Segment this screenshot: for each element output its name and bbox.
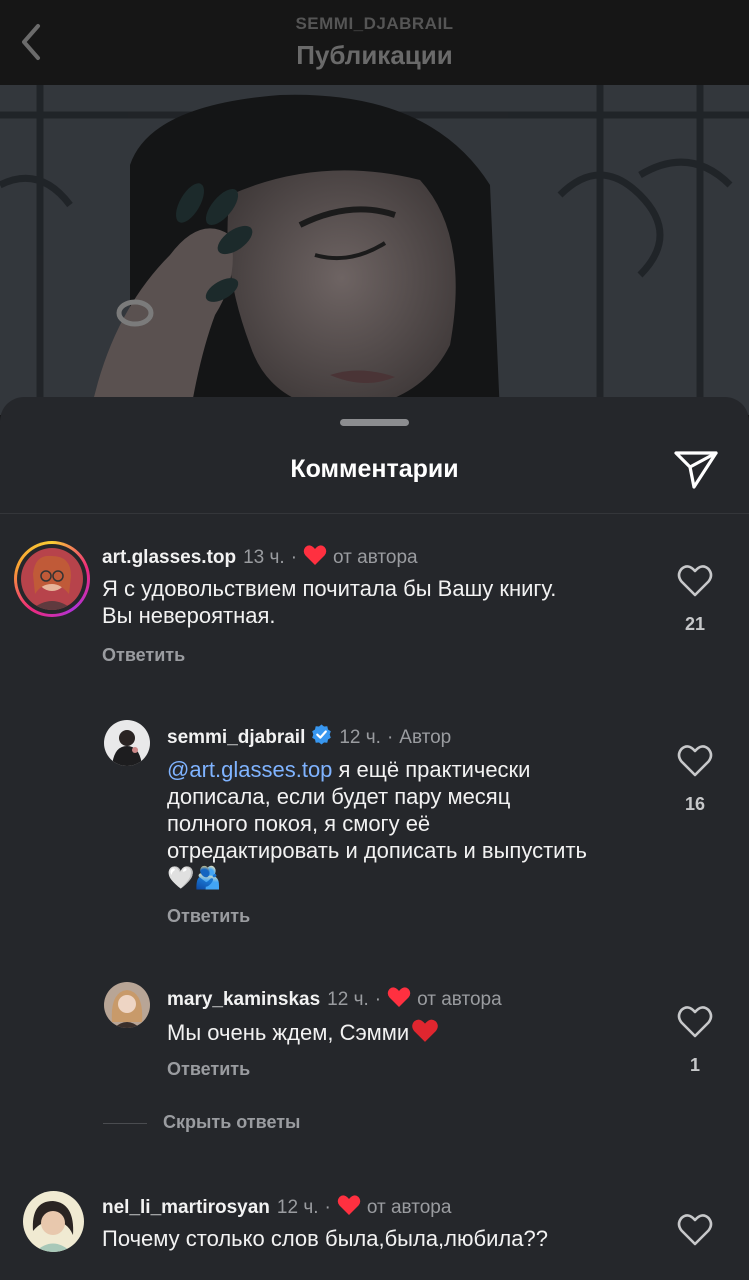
hide-replies-button[interactable]: Скрыть ответы <box>163 1112 300 1133</box>
author-liked-heart-icon <box>387 986 411 1014</box>
story-ring[interactable] <box>14 541 90 617</box>
top-nav-bar: SEMMI_DJABRAIL Публикации <box>0 0 749 85</box>
avatar[interactable] <box>104 720 150 766</box>
comment-time: 13 ч. <box>243 547 285 568</box>
divider <box>0 513 749 514</box>
post-photo <box>0 85 749 415</box>
author-liked-label: от автора <box>417 989 502 1010</box>
heart-outline-icon <box>677 565 713 597</box>
reply-button[interactable]: Ответить <box>102 645 185 666</box>
author-liked-label: от автора <box>366 1197 452 1218</box>
comment-time: 12 ч. <box>327 989 369 1010</box>
mention-link[interactable]: @art.glasses.top <box>167 757 332 782</box>
sheet-grabber[interactable] <box>340 419 409 426</box>
reply-button[interactable]: Ответить <box>167 906 250 927</box>
comment-time: 12 ч. <box>339 726 381 748</box>
avatar[interactable] <box>104 982 150 1028</box>
like-count: 16 <box>684 794 706 814</box>
account-name: SEMMI_DJABRAIL <box>295 14 454 33</box>
heart-outline-icon <box>677 1214 713 1246</box>
comment-text: Я с удовольствием почитала бы Вашу книгу… <box>102 576 557 628</box>
reply-button[interactable]: Ответить <box>167 1059 250 1080</box>
author-liked-heart-icon <box>337 1194 361 1222</box>
author-liked-label: от автора <box>333 547 418 568</box>
comment-text: @art.glasses.top я ещё практически допис… <box>167 756 647 891</box>
comment-text: Мы очень ждем, Сэмми <box>167 1018 439 1049</box>
comment-time: 12 ч. <box>276 1197 319 1218</box>
comment-username[interactable]: mary_kaminskas <box>167 989 320 1011</box>
like-count: 21 <box>684 614 706 634</box>
comments-sheet: Комментарии art.glasses.top 13 ч. · от а… <box>0 397 749 1280</box>
author-label: Автор <box>399 726 452 748</box>
like-button[interactable] <box>677 564 713 598</box>
comment-username[interactable]: art.glasses.top <box>102 547 236 569</box>
comment-username[interactable]: nel_li_martirosyan <box>102 1197 270 1219</box>
avatar[interactable] <box>23 1191 84 1252</box>
author-liked-heart-icon <box>303 544 327 572</box>
avatar <box>21 548 83 610</box>
hide-replies-line <box>103 1123 147 1124</box>
red-heart-icon <box>411 1018 439 1049</box>
sheet-title: Комментарии <box>290 455 459 483</box>
like-button[interactable] <box>677 744 713 778</box>
comment-username[interactable]: semmi_djabrail <box>167 727 305 749</box>
comment-text: Почему столько слов была,была,любила?? <box>102 1226 548 1251</box>
emoji-line: 🤍🫂 <box>167 865 222 890</box>
like-button[interactable] <box>677 1005 713 1039</box>
page-title: Публикации <box>296 40 453 70</box>
heart-outline-icon <box>677 1006 713 1038</box>
paper-plane-icon <box>674 451 718 489</box>
share-button[interactable] <box>672 447 720 491</box>
screen: SEMMI_DJABRAIL Публикации Комментарии ar… <box>0 0 749 1280</box>
like-count: 1 <box>689 1055 700 1075</box>
like-button[interactable] <box>677 1213 713 1247</box>
verified-badge-icon <box>311 724 332 751</box>
heart-outline-icon <box>677 745 713 777</box>
